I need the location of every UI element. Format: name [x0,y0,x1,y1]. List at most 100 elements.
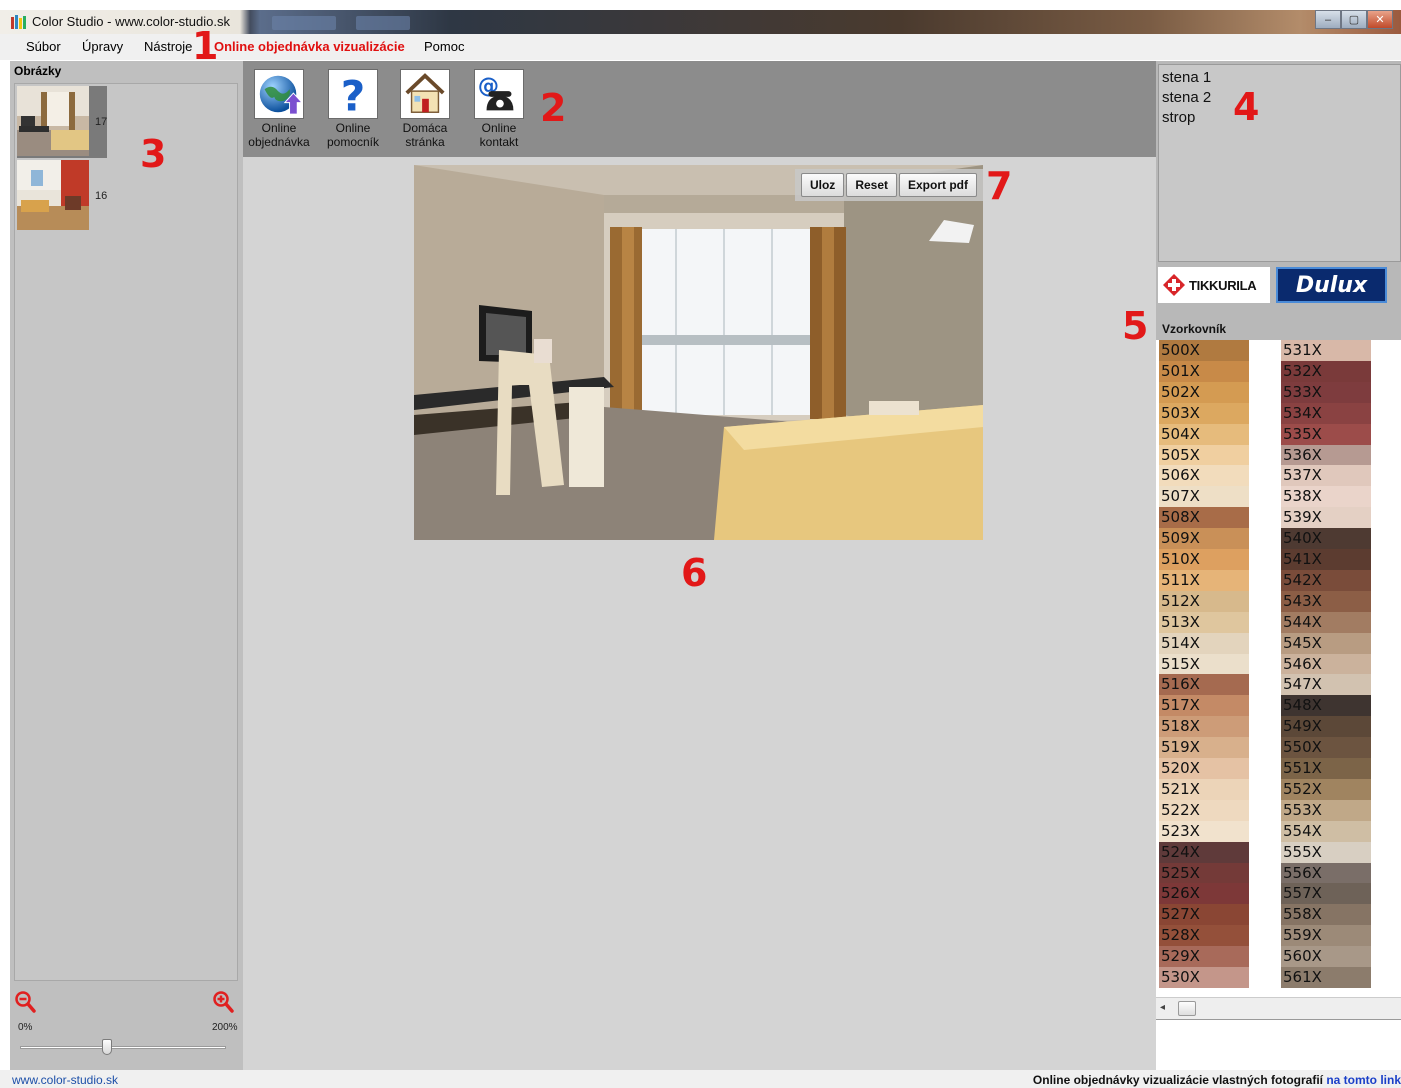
zoom-slider-thumb[interactable] [101,1039,112,1055]
swatch-554x[interactable]: 554X [1281,821,1371,842]
zoom-in-icon[interactable] [212,990,234,1014]
swatch-504x[interactable]: 504X [1159,424,1249,445]
thumbnail-list[interactable]: 17 16 [14,83,238,981]
swatch-503x[interactable]: 503X [1159,403,1249,424]
minimize-button[interactable]: – [1315,10,1341,29]
reset-button[interactable]: Reset [846,173,897,197]
swatch-502x[interactable]: 502X [1159,382,1249,403]
swatch-533x[interactable]: 533X [1281,382,1371,403]
swatch-521x[interactable]: 521X [1159,779,1249,800]
swatch-518x[interactable]: 518X [1159,716,1249,737]
swatch-531x[interactable]: 531X [1281,340,1371,361]
status-website-link[interactable]: www.color-studio.sk [12,1073,118,1087]
close-button[interactable]: ✕ [1367,10,1393,29]
swatch-556x[interactable]: 556X [1281,863,1371,884]
swatch-549x[interactable]: 549X [1281,716,1371,737]
swatch-510x[interactable]: 510X [1159,549,1249,570]
swatch-513x[interactable]: 513X [1159,612,1249,633]
annotation-number: 1 [192,24,219,68]
status-order-link[interactable]: na tomto link [1326,1073,1401,1087]
thumbnail-image[interactable] [17,160,89,230]
swatch-532x[interactable]: 532X [1281,361,1371,382]
online-contact-button[interactable]: @ Online kontakt [463,69,535,149]
swatch-520x[interactable]: 520X [1159,758,1249,779]
surface-item[interactable]: stena 2 [1162,89,1211,106]
menu-online-objednavka[interactable]: Online objednávka vizualizácie [214,39,405,54]
menu-nastroje[interactable]: Nástroje [144,39,192,54]
tikkurila-brand-button[interactable]: TIKKURILA [1158,267,1270,303]
swatch-543x[interactable]: 543X [1281,591,1371,612]
swatch-544x[interactable]: 544X [1281,612,1371,633]
swatch-555x[interactable]: 555X [1281,842,1371,863]
swatch-512x[interactable]: 512X [1159,591,1249,612]
zoom-slider-track[interactable] [20,1046,226,1049]
swatch-514x[interactable]: 514X [1159,633,1249,654]
swatch-511x[interactable]: 511X [1159,570,1249,591]
swatch-535x[interactable]: 535X [1281,424,1371,445]
swatch-561x[interactable]: 561X [1281,967,1371,988]
swatch-519x[interactable]: 519X [1159,737,1249,758]
swatch-516x[interactable]: 516X [1159,674,1249,695]
swatch-534x[interactable]: 534X [1281,403,1371,424]
swatch-517x[interactable]: 517X [1159,695,1249,716]
swatch-508x[interactable]: 508X [1159,507,1249,528]
swatch-551x[interactable]: 551X [1281,758,1371,779]
swatch-524x[interactable]: 524X [1159,842,1249,863]
swatch-537x[interactable]: 537X [1281,465,1371,486]
swatch-528x[interactable]: 528X [1159,925,1249,946]
room-photo[interactable]: Uloz Reset Export pdf [414,165,983,540]
scrollbar-thumb[interactable] [1178,1001,1196,1016]
swatch-525x[interactable]: 525X [1159,863,1249,884]
zoom-out-icon[interactable] [14,990,36,1014]
export-pdf-button[interactable]: Export pdf [899,173,977,197]
swatch-501x[interactable]: 501X [1159,361,1249,382]
swatch-529x[interactable]: 529X [1159,946,1249,967]
swatch-548x[interactable]: 548X [1281,695,1371,716]
online-order-button[interactable]: Online objednávka [243,69,315,149]
swatch-509x[interactable]: 509X [1159,528,1249,549]
swatch-550x[interactable]: 550X [1281,737,1371,758]
surface-item[interactable]: stena 1 [1162,69,1211,86]
surface-item[interactable]: strop [1162,109,1195,126]
swatch-530x[interactable]: 530X [1159,967,1249,988]
swatch-536x[interactable]: 536X [1281,445,1371,466]
swatch-557x[interactable]: 557X [1281,883,1371,904]
swatch-grid[interactable]: 500X 501X 502X 503X 504X 505X 506X 507X 508X 509X… [1156,340,1401,997]
swatch-500x[interactable]: 500X [1159,340,1249,361]
swatch-522x[interactable]: 522X [1159,800,1249,821]
zoom-min-label: 0% [18,1022,33,1033]
swatch-505x[interactable]: 505X [1159,445,1249,466]
swatch-559x[interactable]: 559X [1281,925,1371,946]
swatch-552x[interactable]: 552X [1281,779,1371,800]
swatch-542x[interactable]: 542X [1281,570,1371,591]
swatch-553x[interactable]: 553X [1281,800,1371,821]
swatch-545x[interactable]: 545X [1281,633,1371,654]
menu-upravy[interactable]: Úpravy [82,39,123,54]
menu-subor[interactable]: Súbor [26,39,61,54]
scroll-left-arrow-icon[interactable]: ◂ [1160,1002,1165,1013]
surface-list[interactable]: stena 1 stena 2 strop [1158,64,1401,262]
swatch-558x[interactable]: 558X [1281,904,1371,925]
swatch-538x[interactable]: 538X [1281,486,1371,507]
maximize-button[interactable]: ▢ [1341,10,1367,29]
thumbnail-image[interactable] [17,86,89,156]
swatch-560x[interactable]: 560X [1281,946,1371,967]
horizontal-scrollbar[interactable]: ◂ [1156,997,1401,1019]
swatch-539x[interactable]: 539X [1281,507,1371,528]
swatch-506x[interactable]: 506X [1159,465,1249,486]
dulux-brand-button[interactable]: Dulux [1276,267,1387,303]
swatch-526x[interactable]: 526X [1159,883,1249,904]
menu-pomoc[interactable]: Pomoc [424,39,464,54]
swatch-540x[interactable]: 540X [1281,528,1371,549]
swatch-547x[interactable]: 547X [1281,674,1371,695]
swatch-523x[interactable]: 523X [1159,821,1249,842]
save-button[interactable]: Uloz [800,173,845,197]
swatch-507x[interactable]: 507X [1159,486,1249,507]
home-page-button[interactable]: Domáca stránka [389,69,461,149]
swatch-541x[interactable]: 541X [1281,549,1371,570]
swatch-527x[interactable]: 527X [1159,904,1249,925]
online-helper-button[interactable]: ? Online pomocník [317,69,389,149]
swatch-515x[interactable]: 515X [1159,654,1249,675]
swatch-546x[interactable]: 546X [1281,654,1371,675]
zoom-controls: 0% 200% [10,986,243,1070]
